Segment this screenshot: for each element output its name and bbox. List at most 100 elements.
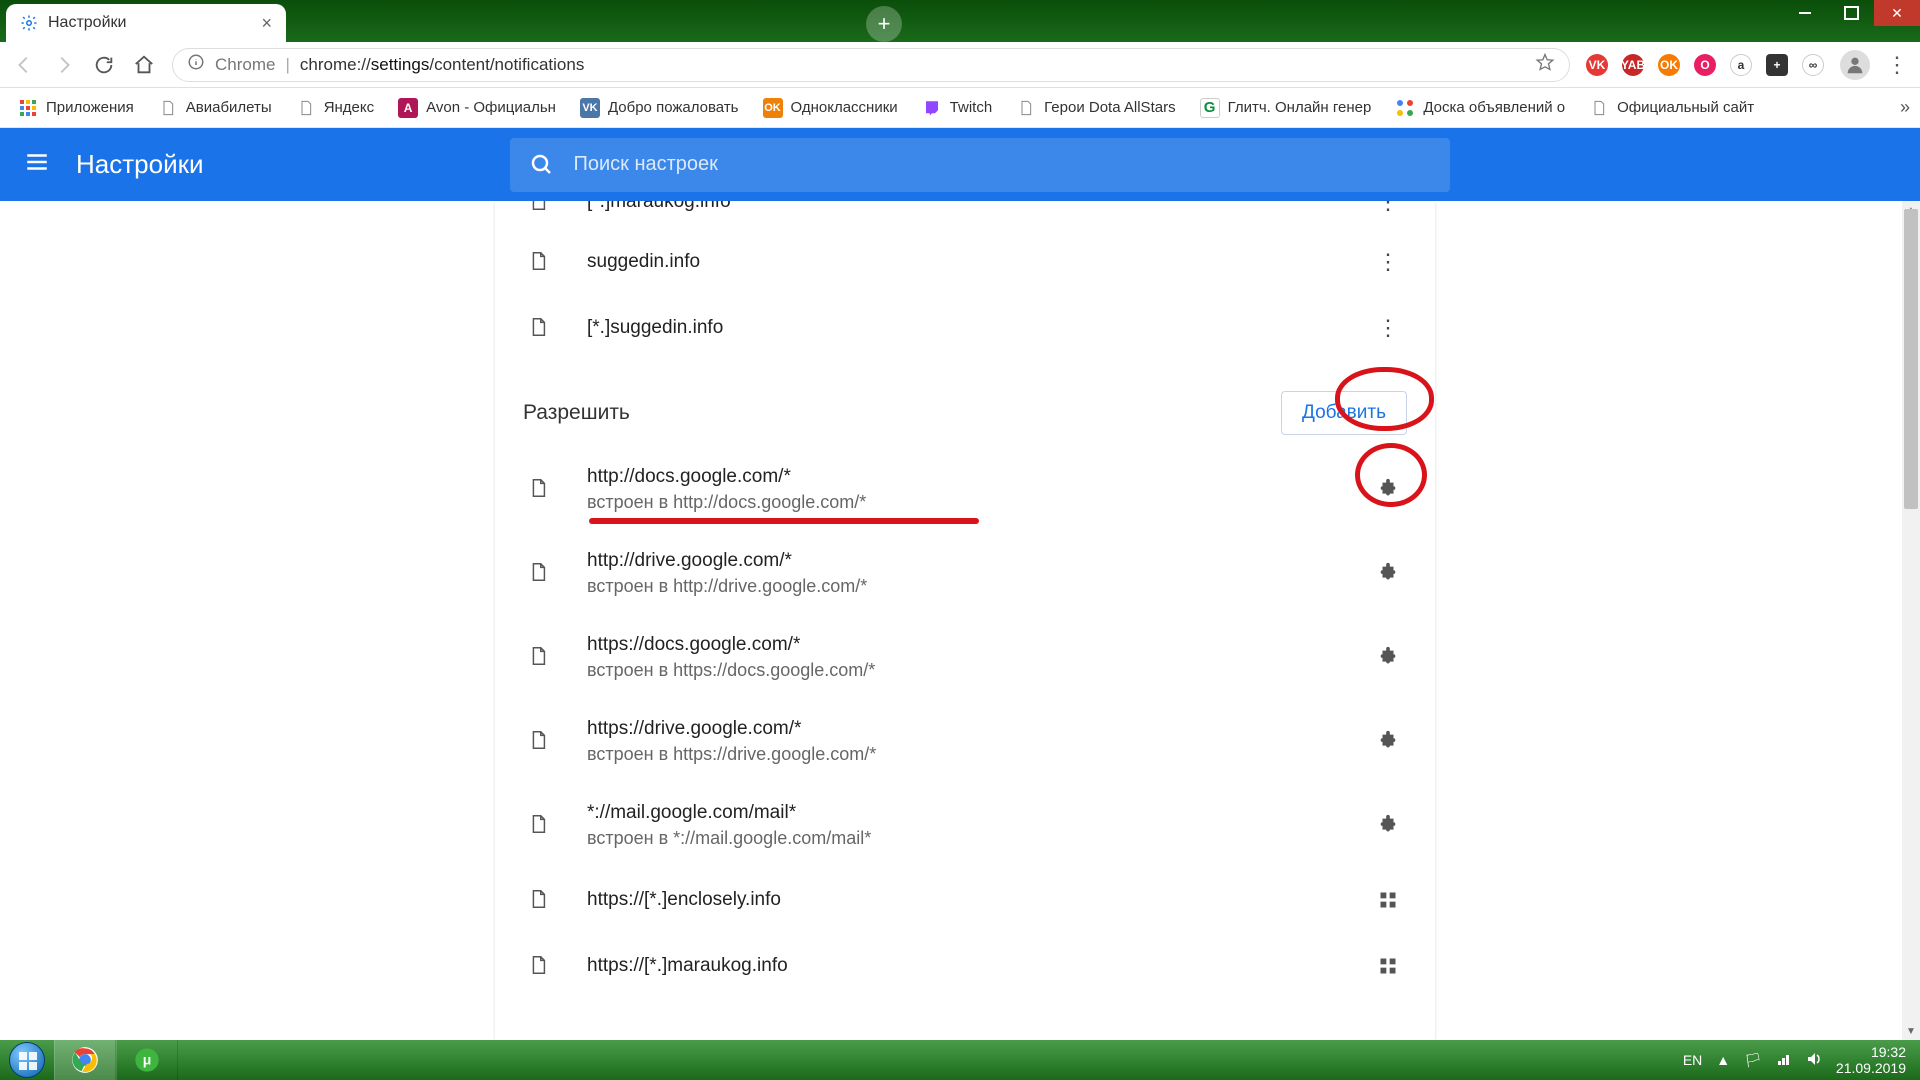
extension-source-icon[interactable] [1373,642,1403,672]
site-row: https://docs.google.com/*встроен в https… [495,615,1435,699]
site-embed-info: встроен в https://docs.google.com/* [587,660,1373,681]
bookmarks-overflow-button[interactable]: » [1900,97,1910,118]
site-row: http://drive.google.com/* встроен в http:… [495,531,1435,615]
allow-section-header: Разрешить Добавить [495,391,1435,435]
bookmark-item[interactable]: Герои Dota AllStars [1008,94,1183,122]
bookmark-star-icon[interactable] [1535,52,1555,77]
gear-icon [20,14,38,32]
add-site-button[interactable]: Добавить [1281,391,1407,435]
tray-flag-icon[interactable]: 🏳 [1744,1052,1762,1069]
profile-avatar[interactable] [1840,50,1870,80]
glitch-icon: G [1200,98,1220,118]
taskbar-chrome[interactable] [54,1040,116,1080]
settings-search[interactable] [510,138,1450,192]
source-app-icon[interactable] [1373,885,1403,915]
bookmark-item[interactable]: GГлитч. Онлайн генер [1192,94,1380,122]
background-tab[interactable] [292,6,572,42]
system-tray: EN ▲ 🏳 19:32 21.09.2019 [1673,1044,1920,1076]
site-row: *://mail.google.com/mail*встроен в *://m… [495,783,1435,867]
tab-title: Настройки [48,14,126,32]
bookmark-item[interactable]: Twitch [914,94,1001,122]
page-icon [527,645,551,669]
toolbar: Chrome | chrome://settings/content/notif… [0,42,1920,88]
new-tab-button[interactable]: + [866,6,902,42]
scrollbar-thumb[interactable] [1904,209,1918,509]
taskbar-utorrent[interactable]: μ [116,1040,178,1080]
page-scrollbar[interactable]: ▲ ▼ [1902,201,1920,1040]
site-row: https://[*.]maraukog.info [495,933,1435,999]
site-row: http://docs.google.com/*встроен в http:/… [495,447,1435,531]
board-icon [1395,98,1415,118]
bookmark-item[interactable]: AAvon - Официальн [390,94,564,122]
tray-clock[interactable]: 19:32 21.09.2019 [1836,1044,1910,1076]
forward-button[interactable] [52,53,76,77]
site-info-icon[interactable] [187,53,205,76]
maximize-button[interactable] [1828,0,1874,26]
site-row: suggedin.info ⋮ [495,229,1435,295]
extension-source-icon[interactable] [1373,810,1403,840]
extension-icon[interactable]: a [1730,54,1752,76]
bookmark-item[interactable]: OKОдноклассники [755,94,906,122]
bookmark-item[interactable]: Официальный сайт [1581,94,1762,122]
bookmark-item[interactable]: VKДобро пожаловать [572,94,747,122]
page-icon [527,954,551,978]
browser-window: Настройки × + Chrome | chrome://settings… [0,0,1920,1040]
site-url: http://drive.google.com/* [587,550,1373,572]
page-icon [527,201,551,214]
bookmark-item[interactable]: Яндекс [288,94,382,122]
active-tab[interactable]: Настройки × [6,4,286,42]
apps-icon [18,98,38,118]
extension-source-icon[interactable] [1373,474,1403,504]
url-prefix: Chrome [215,55,275,75]
bookmarks-bar: Приложения Авиабилеты Яндекс AAvon - Офи… [0,88,1920,128]
scroll-down-arrow[interactable]: ▼ [1902,1022,1920,1040]
site-actions-button[interactable]: ⋮ [1373,313,1403,343]
site-embed-info: встроен в http://drive.google.com/* [587,576,1373,597]
close-tab-icon[interactable]: × [261,13,272,34]
site-embed-info: встроен в *://mail.google.com/mail* [587,828,1373,849]
site-url: https://drive.google.com/* [587,718,1373,740]
site-actions-button[interactable]: ⋮ [1373,201,1403,217]
extension-icon[interactable]: VK [1586,54,1608,76]
extension-icon[interactable]: YAB [1622,54,1644,76]
chrome-menu-button[interactable]: ⋮ [1886,52,1908,78]
back-button[interactable] [12,53,36,77]
vk-icon: VK [580,98,600,118]
settings-search-input[interactable] [574,153,1430,176]
window-controls [1782,0,1920,26]
close-window-button[interactable] [1874,0,1920,26]
search-icon [530,153,554,177]
address-bar[interactable]: Chrome | chrome://settings/content/notif… [172,48,1570,82]
settings-content-card: [*.]maraukog.info ⋮ suggedin.info ⋮ [*.]… [495,201,1435,1040]
site-url: https://[*.]maraukog.info [587,955,1373,977]
tray-arrow-icon[interactable]: ▲ [1716,1052,1730,1068]
minimize-button[interactable] [1782,0,1828,26]
bookmark-item[interactable]: Приложения [10,94,142,122]
tray-network-icon[interactable] [1776,1051,1792,1070]
background-tab[interactable] [578,6,858,42]
extension-source-icon[interactable] [1373,726,1403,756]
site-embed-info: встроен в http://docs.google.com/* [587,492,1373,513]
home-button[interactable] [132,53,156,77]
extension-source-icon[interactable] [1373,558,1403,588]
svg-text:μ: μ [143,1052,152,1068]
extension-icon[interactable]: ∞ [1802,54,1824,76]
page-icon [1016,98,1036,118]
tray-language[interactable]: EN [1683,1052,1702,1068]
settings-title: Настройки [76,149,204,180]
source-app-icon[interactable] [1373,951,1403,981]
reload-button[interactable] [92,53,116,77]
extension-icon[interactable]: O [1694,54,1716,76]
start-button[interactable] [0,1040,54,1080]
site-actions-button[interactable]: ⋮ [1373,247,1403,277]
menu-button[interactable] [24,149,50,180]
bookmark-item[interactable]: Доска объявлений о [1387,94,1573,122]
tray-volume-icon[interactable] [1806,1051,1822,1070]
extension-icon[interactable]: OK [1658,54,1680,76]
extensions-row: VK YAB OK O a + ∞ [1586,54,1824,76]
allow-section-title: Разрешить [523,401,630,425]
bookmark-item[interactable]: Авиабилеты [150,94,280,122]
page-icon [1589,98,1609,118]
settings-page: Настройки [*.]maraukog.info ⋮ suggedin.i… [0,128,1920,1040]
extension-icon[interactable]: + [1766,54,1788,76]
